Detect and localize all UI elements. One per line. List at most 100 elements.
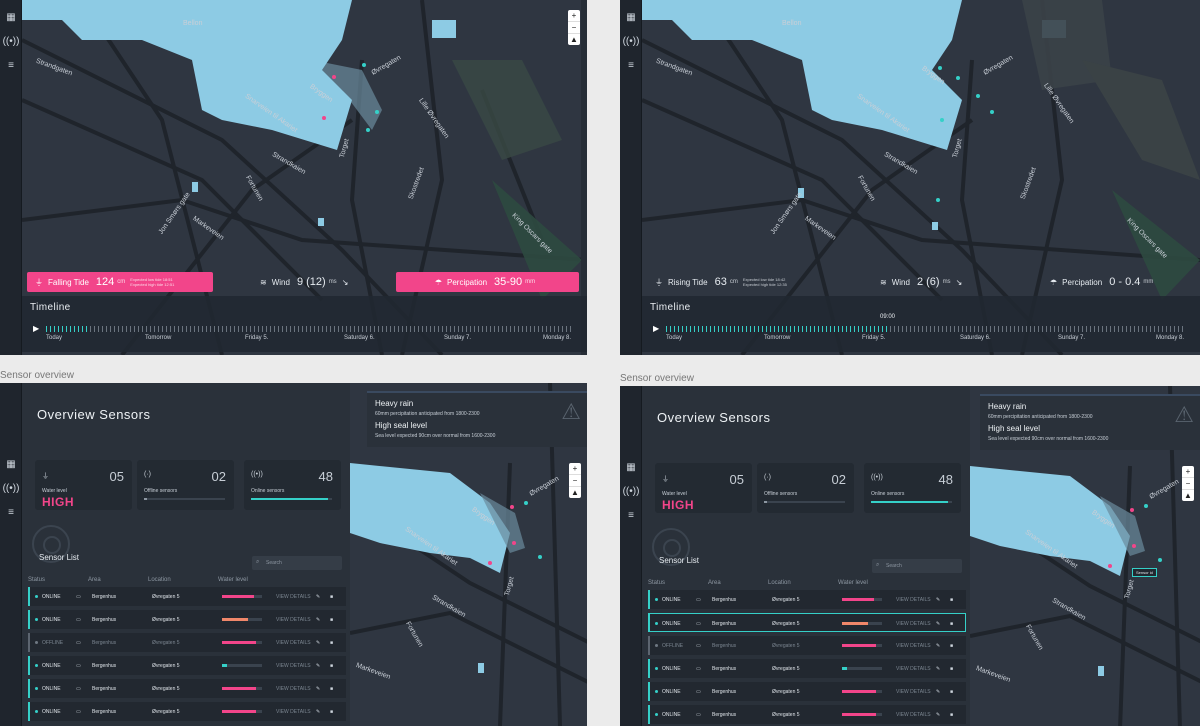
view-details-button[interactable]: VIEW DETAILS — [896, 621, 931, 627]
delete-icon[interactable]: ■ — [330, 709, 333, 715]
tide-cell[interactable]: ⏚ Rising Tide 63 cm Expected low tide 18… — [647, 272, 833, 292]
view-details-button[interactable]: VIEW DETAILS — [276, 640, 311, 646]
edit-icon[interactable]: ✎ — [936, 597, 940, 603]
view-details-button[interactable]: VIEW DETAILS — [276, 663, 311, 669]
delete-icon[interactable]: ■ — [330, 617, 333, 623]
precip-cell[interactable]: ☂ Percipation 0 - 0.4 mm — [1042, 272, 1192, 292]
column-header[interactable]: Location — [768, 580, 791, 586]
edit-icon[interactable]: ✎ — [316, 594, 320, 600]
table-row[interactable]: ONLINE ▭ Bergenhus Øvregaten 5 VIEW DETAILS ✎… — [648, 590, 966, 609]
edit-icon[interactable]: ✎ — [936, 621, 940, 627]
column-header[interactable]: Status — [28, 577, 45, 583]
timeline-day[interactable]: Sunday 7. — [1058, 335, 1085, 341]
search-input[interactable]: ⌕ Search — [872, 559, 962, 573]
menu-icon[interactable]: ≡ — [0, 507, 22, 519]
table-row[interactable]: ONLINE ▭ Bergenhus Øvregaten 5 VIEW DETAILS ✎… — [28, 587, 346, 606]
timeline-day[interactable]: Tomorrow — [764, 335, 790, 341]
map-icon[interactable]: ▦ — [620, 12, 642, 24]
edit-icon[interactable]: ✎ — [316, 663, 320, 669]
water-level-card[interactable]: ⏚ 05 Water level HIGH — [655, 463, 752, 513]
edit-icon[interactable]: ✎ — [936, 712, 940, 718]
edit-icon[interactable]: ✎ — [316, 640, 320, 646]
menu-icon[interactable]: ≡ — [620, 510, 642, 522]
edit-icon[interactable]: ✎ — [316, 617, 320, 623]
delete-icon[interactable]: ■ — [950, 643, 953, 649]
menu-icon[interactable]: ≡ — [620, 60, 642, 72]
delete-icon[interactable]: ■ — [950, 597, 953, 603]
delete-icon[interactable]: ■ — [330, 686, 333, 692]
column-header[interactable]: Location — [148, 577, 171, 583]
map-icon[interactable]: ▦ — [0, 12, 22, 24]
view-details-button[interactable]: VIEW DETAILS — [896, 666, 931, 672]
view-details-button[interactable]: VIEW DETAILS — [276, 686, 311, 692]
online-sensors-card[interactable]: ((•)) 48 Online sensors — [244, 460, 341, 510]
table-row[interactable]: OFFLINE ▭ Bergenhus Øvregaten 5 VIEW DETAILS… — [648, 636, 966, 655]
delete-icon[interactable]: ■ — [330, 663, 333, 669]
timeline-day[interactable]: Friday 5. — [862, 335, 885, 341]
column-header[interactable]: Area — [708, 580, 721, 586]
timeline-day[interactable]: Saturday 6. — [960, 335, 991, 341]
play-icon[interactable]: ▶ — [33, 324, 39, 333]
table-row[interactable]: ONLINE ▭ Bergenhus Øvregaten 5 VIEW DETAILS ✎… — [28, 702, 346, 721]
menu-icon[interactable]: ≡ — [0, 60, 22, 72]
precip-cell[interactable]: ☂ Percipation 35-90 mm — [396, 272, 579, 292]
zoom-out-button[interactable]: − — [568, 22, 580, 34]
alert-box[interactable]: Heavy rain 60mm percipitation anticipate… — [367, 391, 587, 447]
view-details-button[interactable]: VIEW DETAILS — [276, 617, 311, 623]
edit-icon[interactable]: ✎ — [316, 686, 320, 692]
offline-sensors-card[interactable]: (·) 02 Offline sensors — [757, 463, 854, 513]
timeline-day[interactable]: Saturday 6. — [344, 335, 375, 341]
sensor-icon[interactable]: ((•)) — [0, 36, 22, 48]
timeline-day[interactable]: Tomorrow — [145, 335, 171, 341]
delete-icon[interactable]: ■ — [330, 594, 333, 600]
water-level-card[interactable]: ⏚ 05 Water level HIGH — [35, 460, 132, 510]
column-header[interactable]: Status — [648, 580, 665, 586]
compass-icon[interactable]: ▲ — [568, 34, 580, 45]
timeline-day[interactable]: Today — [46, 335, 62, 341]
table-row[interactable]: ONLINE ▭ Bergenhus Øvregaten 5 VIEW DETAILS ✎… — [648, 682, 966, 701]
wind-cell[interactable]: ≋ Wind 2 (6) ms ↘ — [872, 272, 1022, 292]
timeline-day[interactable]: Monday 8. — [543, 335, 571, 341]
view-details-button[interactable]: VIEW DETAILS — [276, 594, 311, 600]
timeline-day[interactable]: Monday 8. — [1156, 335, 1184, 341]
table-row[interactable]: ONLINE ▭ Bergenhus Øvregaten 5 VIEW DETAILS ✎… — [28, 679, 346, 698]
table-row[interactable]: ONLINE ▭ Bergenhus Øvregaten 5 VIEW DETAILS ✎… — [28, 656, 346, 675]
table-row[interactable]: ONLINE ▭ Bergenhus Øvregaten 5 VIEW DETAILS ✎… — [648, 613, 966, 632]
timeline-day[interactable]: Sunday 7. — [444, 335, 471, 341]
delete-icon[interactable]: ■ — [950, 666, 953, 672]
table-row[interactable]: ONLINE ▭ Bergenhus Øvregaten 5 VIEW DETAILS ✎… — [648, 705, 966, 724]
table-row[interactable]: ONLINE ▭ Bergenhus Øvregaten 5 VIEW DETAILS ✎… — [648, 659, 966, 678]
delete-icon[interactable]: ■ — [950, 621, 953, 627]
edit-icon[interactable]: ✎ — [936, 689, 940, 695]
map-icon[interactable]: ▦ — [0, 459, 22, 471]
column-header[interactable]: Area — [88, 577, 101, 583]
view-details-button[interactable]: VIEW DETAILS — [896, 689, 931, 695]
timeline-track[interactable] — [46, 326, 571, 332]
play-icon[interactable]: ▶ — [653, 324, 659, 333]
view-details-button[interactable]: VIEW DETAILS — [276, 709, 311, 715]
delete-icon[interactable]: ■ — [950, 689, 953, 695]
view-details-button[interactable]: VIEW DETAILS — [896, 597, 931, 603]
zoom-in-button[interactable]: + — [1182, 466, 1194, 478]
timeline-day[interactable]: Friday 5. — [245, 335, 268, 341]
map-icon[interactable]: ▦ — [620, 462, 642, 474]
compass-icon[interactable]: ▲ — [1182, 490, 1194, 501]
offline-sensors-card[interactable]: (·) 02 Offline sensors — [137, 460, 234, 510]
search-input[interactable]: ⌕ Search — [252, 556, 342, 570]
edit-icon[interactable]: ✎ — [936, 666, 940, 672]
delete-icon[interactable]: ■ — [950, 712, 953, 718]
sensor-icon[interactable]: ((•)) — [0, 483, 22, 495]
column-header[interactable]: Water level — [838, 580, 868, 586]
edit-icon[interactable]: ✎ — [316, 709, 320, 715]
zoom-out-button[interactable]: − — [1182, 478, 1194, 490]
sensor-icon[interactable]: ((•)) — [620, 486, 642, 498]
alert-box[interactable]: Heavy rain 60mm percipitation anticipate… — [980, 394, 1200, 450]
compass-icon[interactable]: ▲ — [569, 487, 581, 498]
tide-cell[interactable]: ⏚ Falling Tide 124 cm Expected low tide … — [27, 272, 213, 292]
zoom-in-button[interactable]: + — [568, 10, 580, 22]
wind-cell[interactable]: ≋ Wind 9 (12) ms ↘ — [252, 272, 402, 292]
online-sensors-card[interactable]: ((•)) 48 Online sensors — [864, 463, 961, 513]
column-header[interactable]: Water level — [218, 577, 248, 583]
table-row[interactable]: OFFLINE ▭ Bergenhus Øvregaten 5 VIEW DETAILS… — [28, 633, 346, 652]
view-details-button[interactable]: VIEW DETAILS — [896, 643, 931, 649]
